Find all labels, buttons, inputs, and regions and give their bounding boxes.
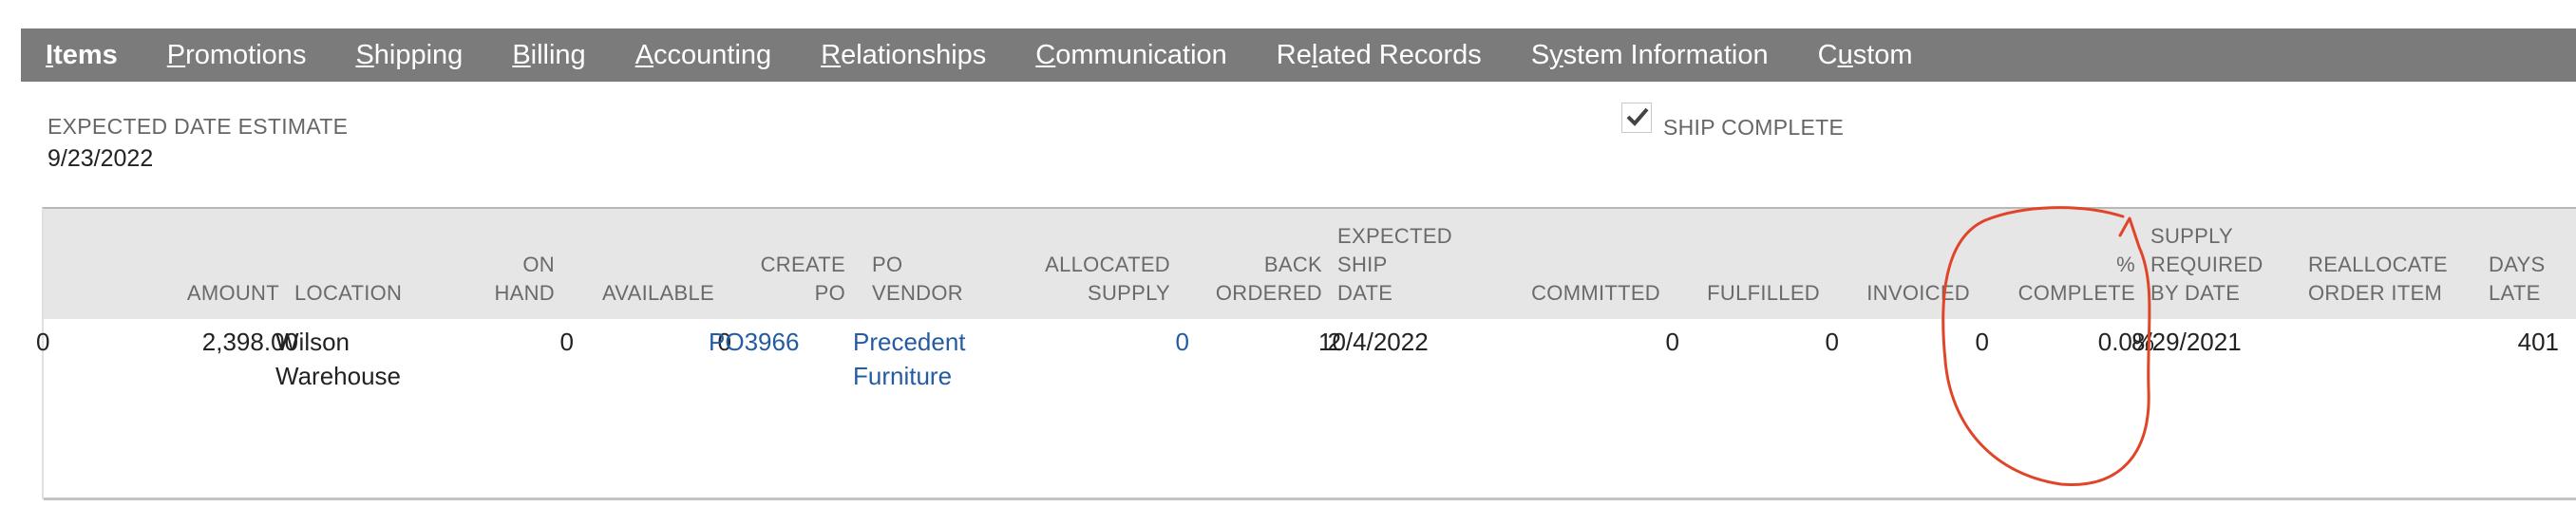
tab-relationships[interactable]: Relationships (821, 40, 986, 71)
tab-shipping[interactable]: Shipping (355, 40, 463, 71)
items-grid: AMOUNT LOCATION ON HAND AVAILABLE CREATE P… (36, 207, 2576, 500)
col-committed[interactable]: COMMITTED (1531, 279, 1660, 308)
tab-relationships-label: elationships (841, 39, 987, 70)
cell-committed: 0 (1665, 328, 1679, 356)
tab-communication-accesskey: C (1035, 39, 1056, 70)
cell-prev-column-cut: 0 (36, 328, 50, 356)
cell-location-line1: Wilson (275, 328, 350, 356)
cell-location-line2: Warehouse (275, 362, 401, 390)
col-supply-required-line3: BY DATE (2150, 281, 2241, 305)
tab-system-information-prefix: S (1530, 39, 1550, 70)
col-reallocate-line1: REALLOCATE (2308, 253, 2448, 276)
tab-shipping-label: hipping (373, 39, 464, 70)
tab-related-records-label: ated Records (1317, 39, 1482, 70)
col-back-ordered-line1: BACK (1263, 253, 1322, 276)
col-allocated-supply[interactable]: ALLOCATED SUPPLY (1045, 251, 1170, 308)
col-back-ordered[interactable]: BACK ORDERED (1216, 251, 1322, 308)
col-pct-complete-line1: % (2116, 253, 2135, 276)
col-create-po[interactable]: CREATE PO (761, 251, 845, 308)
col-expected-ship-date-line2: SHIP (1337, 253, 1388, 276)
tab-promotions[interactable]: Promotions (167, 40, 307, 71)
cell-invoiced: 0 (1975, 328, 1989, 356)
col-reallocate-line2: ORDER ITEM (2308, 281, 2443, 305)
cell-po-vendor-link[interactable]: Precedent Furniture (853, 325, 966, 393)
cell-on-hand: 0 (559, 328, 574, 356)
cell-location: Wilson Warehouse (275, 325, 401, 393)
col-expected-ship-date-line3: DATE (1337, 281, 1393, 305)
checkmark-icon (1626, 107, 1649, 126)
tab-custom-label: stom (1852, 39, 1913, 70)
tab-billing-label: illing (530, 39, 586, 70)
col-fulfilled[interactable]: FULFILLED (1707, 279, 1820, 308)
tab-custom-accesskey: u (1837, 39, 1853, 70)
col-expected-ship-date-line1: EXPECTED (1337, 224, 1452, 248)
expected-date-label: EXPECTED DATE ESTIMATE (47, 114, 349, 139)
col-po-vendor-line2: VENDOR (872, 281, 963, 305)
ship-complete-label: SHIP COMPLETE (1663, 115, 1845, 140)
cell-expected-ship-date: 10/4/2022 (1318, 328, 1429, 356)
tab-system-information-label: stem Information (1563, 39, 1769, 70)
tab-relationships-accesskey: R (821, 39, 842, 70)
cell-create-po-link[interactable]: PO3966 (709, 325, 799, 359)
col-create-po-line2: PO (814, 281, 845, 305)
col-supply-required-line2: REQUIRED (2150, 253, 2263, 276)
col-pct-complete[interactable]: % COMPLETE (2018, 251, 2135, 308)
tab-system-information-accesskey: y (1549, 39, 1563, 70)
col-on-hand[interactable]: ON HAND (494, 251, 555, 308)
cell-po-vendor-line1: Precedent (853, 328, 966, 356)
tab-items[interactable]: Items (46, 40, 118, 71)
tab-communication[interactable]: Communication (1035, 40, 1226, 71)
col-invoiced[interactable]: INVOICED (1866, 279, 1970, 308)
col-days-late-line1: DAYS (2489, 253, 2546, 276)
col-pct-complete-line2: COMPLETE (2017, 281, 2135, 305)
tab-billing[interactable]: Billing (512, 40, 585, 71)
subtab-bar: Items Promotions Shipping Billing Accoun… (21, 28, 2576, 82)
tab-related-records[interactable]: Related Records (1277, 40, 1482, 71)
col-expected-ship-date[interactable]: EXPECTED SHIP DATE (1337, 222, 1452, 308)
tab-communication-label: ommunication (1055, 39, 1227, 70)
cell-supply-required-by-date: 8/29/2021 (2131, 328, 2242, 356)
tab-accounting-label: ccounting (653, 39, 772, 70)
col-days-late-line2: LATE (2489, 281, 2541, 305)
col-po-vendor-line1: PO (872, 253, 903, 276)
tab-items-label: tems (53, 39, 118, 70)
tab-billing-accesskey: B (512, 39, 531, 70)
tab-accounting[interactable]: Accounting (635, 40, 772, 71)
grid-header: AMOUNT LOCATION ON HAND AVAILABLE CREATE P… (44, 209, 2576, 319)
col-supply-required-line1: SUPPLY (2150, 224, 2233, 248)
col-location[interactable]: LOCATION (294, 279, 402, 308)
tab-accounting-accesskey: A (635, 39, 654, 70)
tab-shipping-accesskey: S (355, 39, 374, 70)
col-available[interactable]: AVAILABLE (602, 279, 714, 308)
ship-complete-checkbox[interactable] (1621, 103, 1652, 133)
cell-po-vendor-line2: Furniture (853, 362, 953, 390)
col-allocated-supply-line1: ALLOCATED (1045, 253, 1170, 276)
expected-date-value: 9/23/2022 (47, 145, 154, 172)
col-po-vendor[interactable]: PO VENDOR (872, 251, 963, 308)
col-back-ordered-line2: ORDERED (1215, 281, 1322, 305)
tab-promotions-label: romotions (185, 39, 307, 70)
col-days-late[interactable]: DAYS LATE (2489, 251, 2545, 308)
col-supply-required-by-date[interactable]: SUPPLY REQUIRED BY DATE (2150, 222, 2263, 308)
grid-bottom-border (44, 498, 2576, 500)
tab-custom[interactable]: Custom (1818, 40, 1913, 71)
col-on-hand-line2: HAND (494, 281, 555, 305)
tab-promotions-accesskey: P (166, 39, 186, 70)
col-reallocate-order-item[interactable]: REALLOCATE ORDER ITEM (2308, 251, 2448, 308)
col-on-hand-line1: ON (522, 253, 555, 276)
tab-items-accesskey: I (46, 39, 54, 70)
cell-fulfilled: 0 (1825, 328, 1839, 356)
cell-days-late: 401 (2517, 328, 2559, 356)
tab-system-information[interactable]: System Information (1531, 40, 1769, 71)
cell-allocated-supply-link[interactable]: 0 (1176, 325, 1189, 359)
tab-custom-prefix: C (1817, 39, 1838, 70)
col-allocated-supply-line2: SUPPLY (1088, 281, 1170, 305)
tab-related-records-prefix: Re (1276, 39, 1312, 70)
col-amount[interactable]: AMOUNT (187, 279, 279, 308)
col-create-po-line1: CREATE (760, 253, 845, 276)
